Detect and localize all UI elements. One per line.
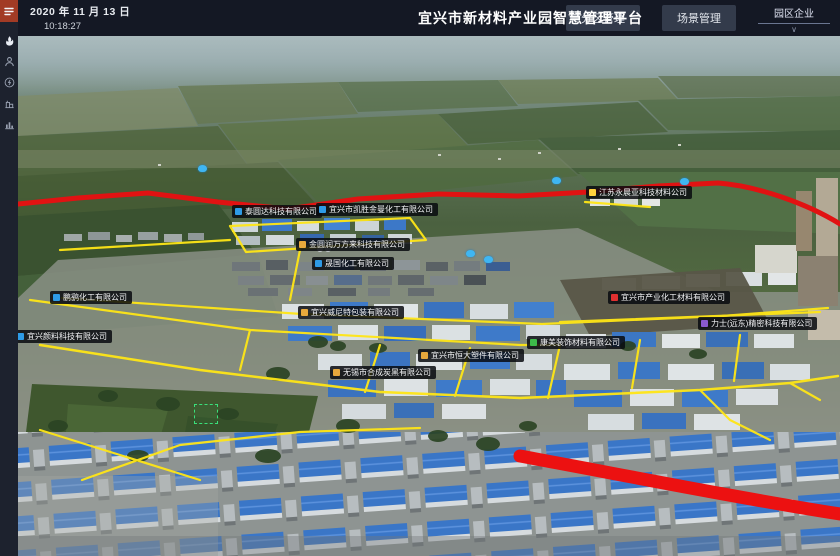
company-label[interactable]: 宜兴威尼特包装有限公司	[298, 306, 404, 319]
chevron-down-icon: ∨	[791, 26, 797, 34]
company-marker-icon	[589, 189, 596, 196]
page-title: 宜兴市新材料产业园智慧管理平台	[418, 0, 643, 36]
sidebar-item-personnel[interactable]	[0, 51, 18, 72]
sidebar	[0, 0, 18, 556]
company-label[interactable]: 金圆润万方来科技有限公司	[296, 238, 410, 251]
current-time: 10:18:27	[44, 21, 130, 32]
company-marker-icon	[53, 294, 60, 301]
company-name: 宜兴颜料科技有限公司	[27, 332, 107, 341]
sidebar-item-energy[interactable]	[0, 72, 18, 93]
company-name: 晟国化工有限公司	[325, 259, 389, 268]
company-label[interactable]: 宜兴市恒大塑件有限公司	[418, 349, 524, 362]
sidebar-item-fire[interactable]	[0, 30, 18, 51]
company-marker-icon	[530, 339, 537, 346]
company-marker-icon	[319, 206, 326, 213]
blue-3d-marker[interactable]	[484, 256, 493, 263]
company-label[interactable]: 宜兴市产业化工材料有限公司	[608, 291, 730, 304]
sidebar-item-enterprise[interactable]	[0, 93, 18, 114]
company-name: 江苏永晨亚科技材料公司	[599, 188, 687, 197]
company-name: 宜兴威尼特包装有限公司	[311, 308, 399, 317]
company-name: 宜兴市产业化工材料有限公司	[621, 293, 725, 302]
hamburger-icon	[3, 5, 15, 17]
company-marker-icon	[235, 208, 242, 215]
company-marker-icon	[315, 260, 322, 267]
company-name: 宜兴市凯胜金曼化工有限公司	[329, 205, 433, 214]
current-date: 2020 年 11 月 13 日	[30, 4, 130, 19]
selection-box[interactable]	[194, 404, 218, 424]
company-marker-icon	[701, 320, 708, 327]
company-marker-icon	[333, 369, 340, 376]
company-label[interactable]: 鹏鹞化工有限公司	[50, 291, 132, 304]
blue-3d-marker[interactable]	[466, 250, 475, 257]
company-marker-icon	[301, 309, 308, 316]
sidebar-item-statistics[interactable]	[0, 114, 18, 135]
top-bar: 2020 年 11 月 13 日 10:18:27 宜兴市新材料产业园智慧管理平…	[18, 0, 840, 36]
company-label[interactable]: 无锡市合成炭黑有限公司	[330, 366, 436, 379]
company-name: 泰圆达科技有限公司	[245, 207, 317, 216]
blue-3d-marker[interactable]	[552, 177, 561, 184]
company-marker-icon	[421, 352, 428, 359]
lightning-gauge-icon	[4, 77, 15, 88]
person-icon	[4, 56, 15, 67]
blue-3d-marker[interactable]	[198, 165, 207, 172]
company-label[interactable]: 宜兴市凯胜金曼化工有限公司	[316, 203, 438, 216]
company-name: 宜兴市恒大塑件有限公司	[431, 351, 519, 360]
dropdown-label: 园区企业	[758, 3, 830, 24]
company-name: 力士(远东)精密科技有限公司	[711, 319, 812, 328]
company-name: 鹏鹞化工有限公司	[63, 293, 127, 302]
company-marker-icon	[17, 333, 24, 340]
company-name: 康美装饰材料有限公司	[540, 338, 620, 347]
park-enterprise-dropdown[interactable]: 园区企业 ∨	[758, 3, 830, 34]
company-label[interactable]: 江苏永晨亚科技材料公司	[586, 186, 692, 199]
company-label[interactable]: 力士(远东)精密科技有限公司	[698, 317, 817, 330]
company-name: 金圆润万方来科技有限公司	[309, 240, 405, 249]
scene-management-button[interactable]: 场景管理	[662, 5, 736, 31]
blue-3d-marker[interactable]	[680, 178, 689, 185]
bar-chart-icon	[4, 119, 15, 130]
company-marker-icon	[299, 241, 306, 248]
company-label[interactable]: 晟国化工有限公司	[312, 257, 394, 270]
flame-icon	[4, 35, 15, 47]
company-label[interactable]: 宜兴颜料科技有限公司	[14, 330, 112, 343]
company-label[interactable]: 泰圆达科技有限公司	[232, 205, 322, 218]
company-label[interactable]: 康美装饰材料有限公司	[527, 336, 625, 349]
menu-toggle-button[interactable]	[0, 0, 18, 22]
datetime-block: 2020 年 11 月 13 日 10:18:27	[18, 4, 130, 32]
company-marker-icon	[611, 294, 618, 301]
company-name: 无锡市合成炭黑有限公司	[343, 368, 431, 377]
app-root: 2020 年 11 月 13 日 10:18:27 宜兴市新材料产业园智慧管理平…	[0, 0, 840, 556]
factory-building-icon	[4, 98, 15, 109]
